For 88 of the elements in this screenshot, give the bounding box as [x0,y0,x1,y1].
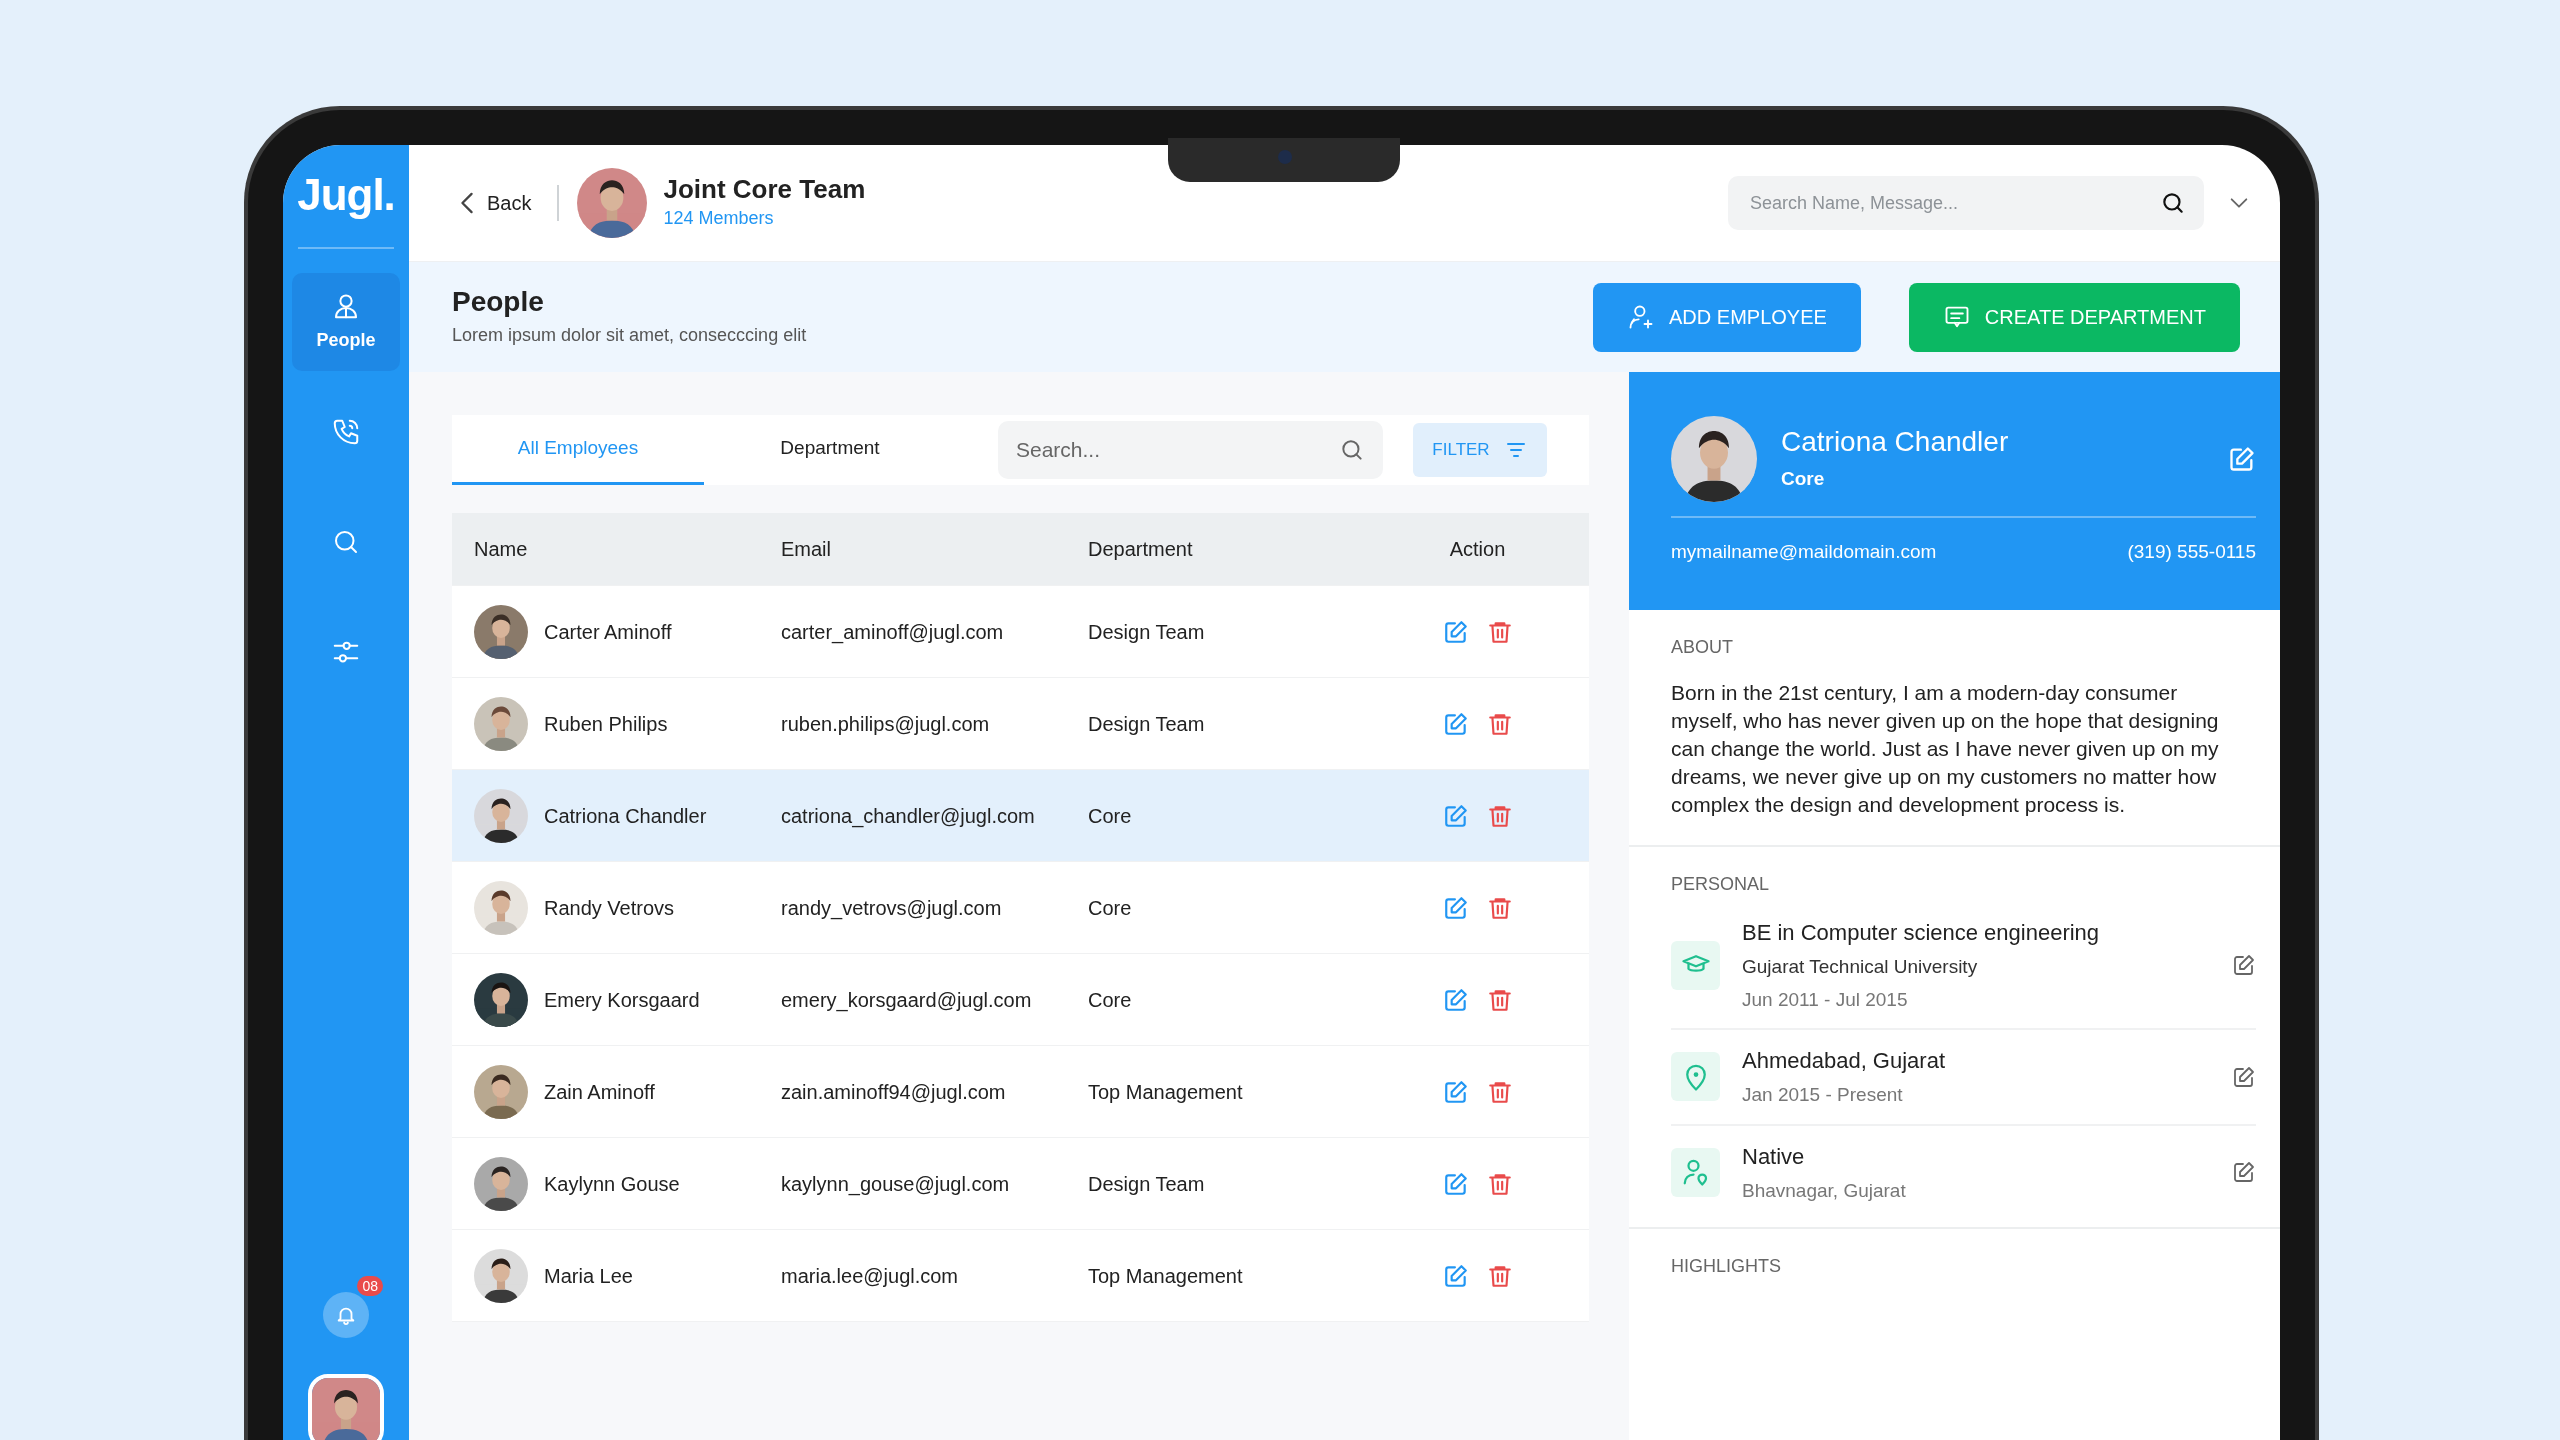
detail-title: Native [1742,1142,1806,1171]
edit-button[interactable] [1442,710,1469,737]
edit-icon [1442,802,1469,829]
phone-icon [331,417,361,447]
tab[interactable]: All Employees [452,415,704,485]
tab[interactable]: Department [704,415,956,485]
edit-icon [1442,618,1469,645]
table-cell: zain.aminoff94@jugl.com [781,1080,1006,1103]
search-field[interactable]: Search... [998,421,1383,479]
edit-icon [1442,1170,1469,1197]
edit-button[interactable] [1442,1170,1469,1197]
profile-email: mymailname@maildomain.com [1671,540,1937,564]
column-header: Name [473,537,529,562]
employee-name: Catriona Chandler [544,803,707,829]
table-cell: Top Management [1088,1264,1243,1287]
edit-icon [1442,1262,1469,1289]
table-cell: carter_aminoff@jugl.com [781,620,1004,643]
page-title: People [452,284,545,319]
section-label: HIGHLIGHTS [1671,1255,1782,1278]
search-field[interactable]: Search Name, Message... [1728,176,2204,230]
edit-icon [1442,1078,1469,1105]
back-button[interactable]: Back [459,188,532,218]
edit-button[interactable] [1442,618,1469,645]
filter-button[interactable]: FILTER [1413,423,1547,477]
edit-button[interactable] [2232,1064,2256,1089]
edit-icon [1442,986,1469,1013]
profile-department: Core [1781,466,1826,491]
edit-button[interactable] [1442,1262,1469,1289]
employee-name: Ruben Philips [544,711,668,737]
nav-item[interactable]: People [292,273,400,371]
detail-subtitle: Gujarat Technical University [1742,955,1979,979]
notification-count: 08 [357,1276,383,1296]
camera-icon [1278,150,1292,164]
employee-name: Randy Vetrovs [544,895,675,921]
table-cell: Design Team [1088,1172,1205,1195]
table-cell: Core [1088,896,1132,919]
edit-icon [2232,1064,2256,1089]
create-department-button[interactable]: CREATE DEPARTMENT [1908,282,2240,352]
section-label: ABOUT [1671,636,1734,659]
table-cell: kaylynn_gouse@jugl.com [781,1172,1010,1195]
page-subtitle: Lorem ipsum dolor sit amet, consecccing elit [452,324,807,348]
edit-icon [2228,445,2256,473]
table-cell: randy_vetrovs@jugl.com [781,896,1002,919]
column-header: Department [1087,537,1194,562]
column-header: Email [780,537,832,562]
search-icon [1339,437,1365,463]
column-header: Action [1448,537,1507,562]
add-employee-button[interactable]: ADD EMPLOYEE [1593,282,1861,352]
table-cell: catriona_chandler@jugl.com [781,804,1035,827]
edit-button[interactable] [1442,802,1469,829]
detail-note: Bhavnagar, Gujarat [1742,1178,1906,1203]
table-cell: Core [1088,804,1132,827]
team-title: Joint Core Team [663,173,866,206]
edit-button[interactable] [1442,1078,1469,1105]
employee-name: Maria Lee [544,1263,633,1289]
chevron-left-icon [459,191,475,215]
table-cell: maria.lee@jugl.com [781,1264,959,1287]
detail-note: Jan 2015 - Present [1742,1083,1904,1107]
member-count: 124 Members [663,207,775,231]
table-cell: emery_korsgaard@jugl.com [781,988,1032,1011]
section-label: PERSONAL [1671,873,1771,896]
table-cell: Top Management [1088,1080,1243,1103]
employee-name: Kaylynn Gouse [544,1171,680,1197]
logo: Jugl. [297,173,395,217]
profile-phone: (319) 555-0115 [2127,540,2256,564]
about-text: Born in the 21st century, I am a modern-day consumer myself, who has never given up on the hope that designing can change the world. Just as I have never given up on my dreams, we never give up on my customers no matter how complex the design and development process is. [1671,680,2220,818]
edit-button[interactable] [1442,986,1469,1013]
profile-name: Catriona Chandler [1781,424,2009,459]
notification-button[interactable] [323,1292,369,1338]
table-cell: ruben.philips@jugl.com [781,712,990,735]
detail-title: BE in Computer science engineering [1742,919,2100,947]
search-icon [2160,190,2186,216]
edit-icon [2232,1160,2256,1185]
edit-icon [1442,894,1469,921]
employee-name: Carter Aminoff [544,619,672,645]
edit-icon [2232,953,2256,977]
table-cell: Design Team [1088,620,1205,643]
detail-title: Ahmedabad, Gujarat [1742,1047,1946,1075]
edit-icon [1442,710,1469,737]
employee-name: Zain Aminoff [544,1079,655,1105]
table-cell: Core [1088,988,1132,1011]
table-cell: Design Team [1088,712,1205,735]
employee-name: Emery Korsgaard [544,987,700,1013]
edit-button[interactable] [1442,894,1469,921]
edit-button[interactable] [2232,953,2256,977]
detail-note: Jun 2011 - Jul 2015 [1742,987,1909,1012]
edit-button[interactable] [2228,445,2256,473]
edit-button[interactable] [2232,1160,2256,1185]
